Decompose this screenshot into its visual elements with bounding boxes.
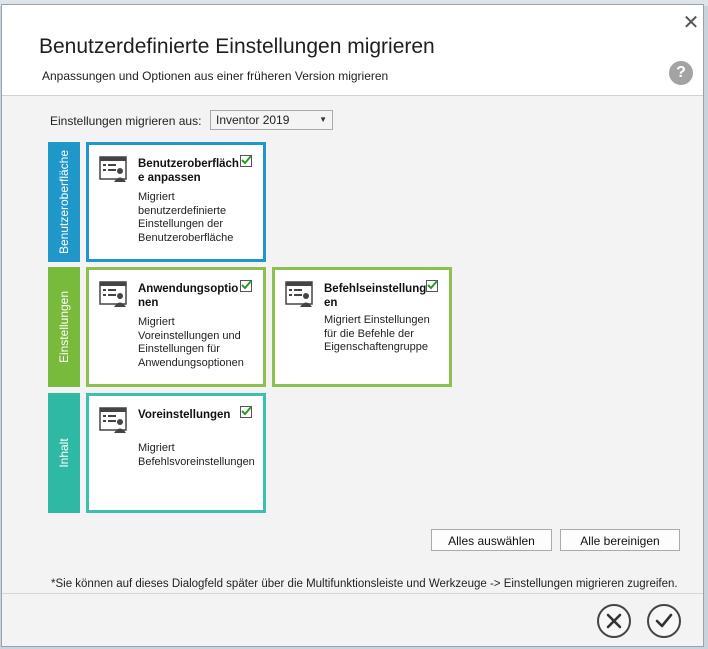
close-icon [606,613,622,629]
category-ui-label: Benutzeroberfläche [57,149,71,255]
card-title: Anwendungsoptionen [138,283,239,309]
checkmark-icon [241,406,252,416]
card-description: Migriert Befehlsvoreinstellungen [138,442,255,468]
footer-divider [2,593,703,594]
cancel-button[interactable] [597,604,631,638]
dialog-subtitle: Anpassungen und Optionen aus einer frühe… [42,69,389,83]
card-presets[interactable]: Voreinstellungen Migriert Befehlsvoreins… [86,393,266,513]
category-content-label: Inhalt [57,438,71,468]
card-checkbox[interactable] [240,155,252,167]
card-description: Migriert Voreinstellungen und Einstellun… [138,316,244,369]
migrate-from-label: Einstellungen migrieren aus: [50,114,202,128]
chevron-down-icon: ▼ [319,115,327,124]
checkmark-icon [655,613,673,628]
select-all-button[interactable]: Alles auswählen [431,529,552,551]
category-content: Inhalt [48,393,80,513]
settings-document-icon [99,281,127,307]
card-title: Befehlseinstellungen [324,283,427,309]
card-title: Benutzeroberfläche anpassen [138,158,239,184]
dialog-header: ✕ Benutzerdefinierte Einstellungen migri… [2,5,703,96]
help-icon[interactable]: ? [669,61,693,85]
card-ui-customization[interactable]: Benutzeroberfläche anpassen Migriert ben… [86,142,266,262]
version-select-value: Inventor 2019 [216,113,290,127]
card-checkbox[interactable] [426,280,438,292]
settings-document-icon [99,156,127,182]
checkmark-icon [427,280,438,290]
card-description: Migriert benutzerdefinierte Einstellunge… [138,191,234,244]
card-checkbox[interactable] [240,406,252,418]
card-checkbox[interactable] [240,280,252,292]
ok-button[interactable] [647,604,681,638]
card-application-options[interactable]: Anwendungsoptionen Migriert Voreinstellu… [86,267,266,387]
dialog-title: Benutzerdefinierte Einstellungen migrier… [39,35,435,58]
category-settings-label: Einstellungen [57,290,71,364]
close-icon[interactable]: ✕ [681,13,701,33]
checkmark-icon [241,280,252,290]
settings-document-icon [99,407,127,433]
migrate-settings-dialog: ✕ Benutzerdefinierte Einstellungen migri… [1,4,704,647]
settings-document-icon [285,281,313,307]
checkmark-icon [241,155,252,165]
footnote: *Sie können auf dieses Dialogfeld später… [51,578,678,590]
version-select[interactable]: Inventor 2019 ▼ [210,110,333,130]
category-ui: Benutzeroberfläche [48,142,80,262]
clear-all-button[interactable]: Alle bereinigen [560,529,680,551]
card-command-settings[interactable]: Befehlseinstellungen Migriert Einstellun… [272,267,452,387]
category-settings: Einstellungen [48,267,80,387]
card-title: Voreinstellungen [138,409,231,421]
card-description: Migriert Einstellungen für die Befehle d… [324,314,430,353]
